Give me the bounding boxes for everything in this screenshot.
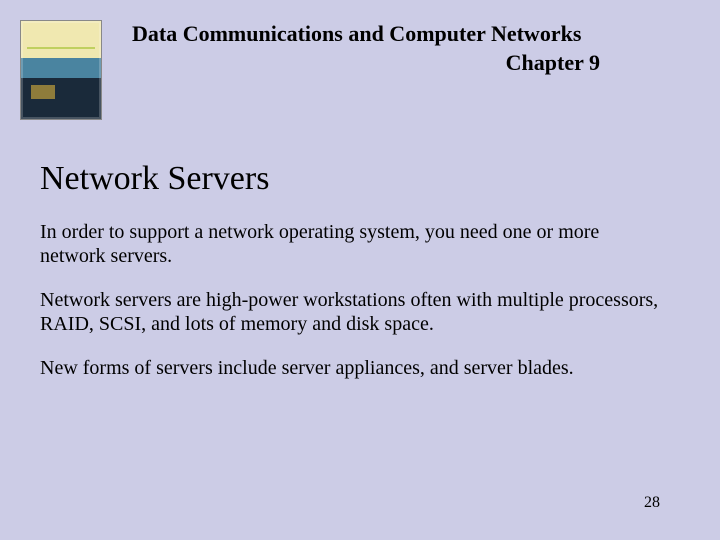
slide: Data Communications and Computer Network…: [0, 0, 720, 540]
book-cover-thumbnail: [20, 20, 102, 120]
body-paragraph: In order to support a network operating …: [40, 220, 660, 268]
header-title-line1: Data Communications and Computer Network…: [132, 20, 680, 49]
header-title-line2: Chapter 9: [132, 49, 680, 78]
page-number: 28: [644, 494, 660, 512]
body-paragraph: New forms of servers include server appl…: [40, 356, 660, 380]
slide-body: In order to support a network operating …: [40, 220, 660, 400]
header-text-block: Data Communications and Computer Network…: [132, 20, 680, 77]
body-paragraph: Network servers are high-power workstati…: [40, 288, 660, 336]
slide-title: Network Servers: [40, 160, 269, 198]
slide-header: Data Communications and Computer Network…: [20, 20, 680, 120]
